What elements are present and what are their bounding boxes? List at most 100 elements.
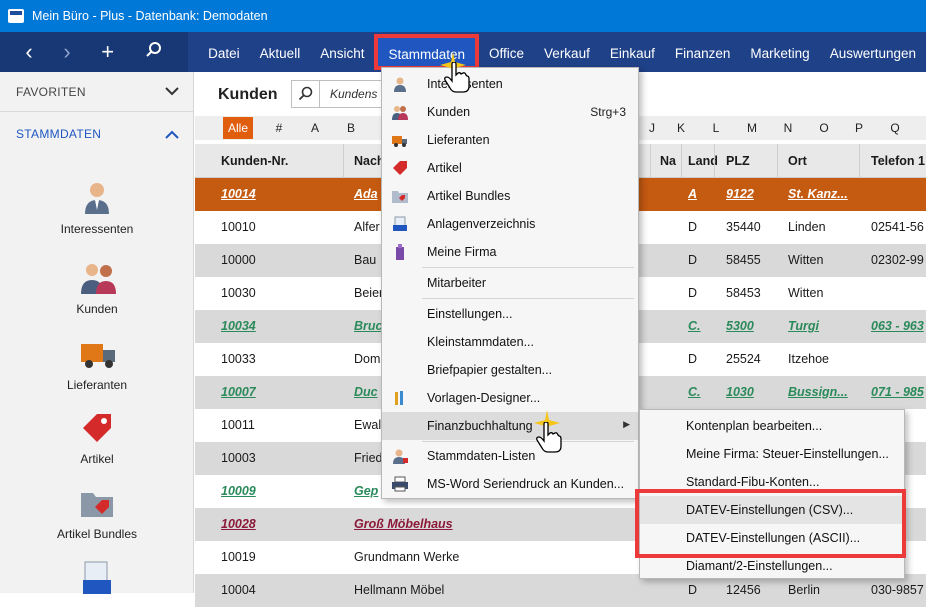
dd-item-stammdaten-listen[interactable]: Stammdaten-Listen	[382, 442, 638, 470]
col-nachname[interactable]: Nach	[354, 154, 385, 168]
chevron-down-icon	[165, 87, 179, 96]
search-text: Kundens	[330, 87, 378, 101]
table-cell: Witten	[788, 253, 824, 267]
table-cell: 10030	[221, 286, 256, 300]
stammdaten-dropdown: Interessenten Kunden Strg+3 Lieferanten …	[381, 67, 639, 499]
forward-icon[interactable]: ›	[63, 41, 70, 63]
filter-l[interactable]: L	[698, 121, 734, 135]
search-icon[interactable]	[292, 81, 320, 107]
table-cell: 071 - 985	[871, 385, 924, 399]
table-cell: Ewal	[354, 418, 382, 432]
filter-n[interactable]: N	[770, 121, 806, 135]
sub-item-kontenplan[interactable]: Kontenplan bearbeiten...	[640, 412, 904, 440]
dd-item-einstellungen[interactable]: Einstellungen...	[382, 300, 638, 328]
filter-b[interactable]: B	[333, 121, 369, 135]
truck-icon	[79, 336, 115, 372]
people-icon	[392, 106, 408, 120]
page-title: Kunden	[218, 86, 278, 103]
filter-q[interactable]: Q	[877, 121, 913, 135]
person-icon	[394, 77, 406, 92]
sidebar-item-anlagen[interactable]	[0, 560, 194, 602]
add-icon[interactable]: +	[101, 41, 114, 63]
menu-einkauf[interactable]: Einkauf	[600, 32, 665, 72]
table-cell: 10033	[221, 352, 256, 366]
menu-ansicht[interactable]: Ansicht	[310, 32, 374, 72]
table-cell: Linden	[788, 220, 826, 234]
person-icon	[79, 180, 115, 216]
sidebar-item-artikel-bundles[interactable]: Artikel Bundles	[0, 485, 194, 541]
filter-hash[interactable]: #	[261, 121, 297, 135]
table-cell: Ada	[354, 187, 378, 201]
sidebar-item-interessenten[interactable]: Interessenten	[0, 180, 194, 236]
sidebar-item-label: Artikel	[80, 452, 114, 466]
dd-item-ms-word-seriendruck[interactable]: MS-Word Seriendruck an Kunden...	[382, 470, 638, 498]
favoriten-label: FAVORITEN	[16, 84, 86, 99]
col-na[interactable]: Na	[660, 154, 676, 168]
sidebar-item-lieferanten[interactable]: Lieferanten	[0, 336, 194, 392]
filter-k[interactable]: K	[663, 121, 699, 135]
dd-item-meine-firma[interactable]: Meine Firma	[382, 238, 638, 266]
window-title: Mein Büro - Plus - Datenbank: Demodaten	[32, 9, 268, 23]
search-icon[interactable]	[145, 41, 163, 63]
table-cell: 030-9857	[871, 583, 924, 597]
back-icon[interactable]: ‹	[25, 41, 32, 63]
sidebar-item-kunden[interactable]: Kunden	[0, 260, 194, 316]
table-cell: 10000	[221, 253, 256, 267]
table-cell: Beier	[354, 286, 384, 300]
col-telefon[interactable]: Telefon 1	[871, 154, 925, 168]
dd-item-briefpapier[interactable]: Briefpapier gestalten...	[382, 356, 638, 384]
table-cell: 10010	[221, 220, 256, 234]
sub-item-steuer-einstellungen[interactable]: Meine Firma: Steuer-Einstellungen...	[640, 440, 904, 468]
menu-office[interactable]: Office	[479, 32, 534, 72]
table-cell: 10011	[221, 418, 255, 432]
table-cell: 10019	[221, 550, 256, 564]
dd-item-mitarbeiter[interactable]: Mitarbeiter	[382, 269, 638, 297]
filter-o[interactable]: O	[806, 121, 842, 135]
table-cell: Dom	[354, 352, 381, 366]
col-plz[interactable]: PLZ	[726, 154, 750, 168]
table-cell: 1030	[726, 385, 754, 399]
table-cell: 10034	[221, 319, 256, 333]
person-list-icon	[393, 449, 408, 464]
filter-a[interactable]: A	[297, 121, 333, 135]
table-cell: Berlin	[788, 583, 820, 597]
hand-cursor-icon	[536, 422, 562, 453]
filter-m[interactable]: M	[734, 121, 770, 135]
dd-item-vorlagen-designer[interactable]: Vorlagen-Designer...	[382, 384, 638, 412]
hand-cursor-icon	[444, 62, 470, 93]
col-ort[interactable]: Ort	[788, 154, 807, 168]
submenu-arrow-icon: ▶	[623, 419, 630, 429]
menu-finanzen[interactable]: Finanzen	[665, 32, 741, 72]
filter-all[interactable]: Alle	[223, 117, 253, 139]
highlight-box	[635, 489, 906, 558]
dd-item-kleinstammdaten[interactable]: Kleinstammdaten...	[382, 328, 638, 356]
dd-item-artikel-bundles[interactable]: Artikel Bundles	[382, 182, 638, 210]
menu-marketing[interactable]: Marketing	[740, 32, 819, 72]
table-cell: Duc	[354, 385, 378, 399]
menu-auswertungen[interactable]: Auswertungen	[820, 32, 926, 72]
col-kunden-nr[interactable]: Kunden-Nr.	[221, 154, 288, 168]
dd-item-lieferanten[interactable]: Lieferanten	[382, 126, 638, 154]
sidebar-item-artikel[interactable]: Artikel	[0, 410, 194, 466]
table-cell: Hellmann Möbel	[354, 583, 445, 597]
stammdaten-label: STAMMDATEN	[16, 127, 102, 141]
sidebar-section-favoriten[interactable]: FAVORITEN	[0, 72, 193, 112]
table-cell: 58455	[726, 253, 761, 267]
table-cell: 10028	[221, 517, 256, 531]
inbox-icon	[79, 560, 115, 596]
dd-item-artikel[interactable]: Artikel	[382, 154, 638, 182]
menu-verkauf[interactable]: Verkauf	[534, 32, 600, 72]
inbox-icon	[393, 216, 407, 231]
sidebar-section-stammdaten[interactable]: STAMMDATEN	[0, 114, 193, 154]
table-cell: 10007	[221, 385, 256, 399]
table-cell: D	[688, 220, 698, 234]
filter-p[interactable]: P	[841, 121, 877, 135]
people-icon	[79, 260, 116, 296]
menu-datei[interactable]: Datei	[198, 32, 250, 72]
dd-item-interessenten[interactable]: Interessenten	[382, 70, 638, 98]
table-cell: 5300	[726, 319, 754, 333]
dd-item-finanzbuchhaltung[interactable]: Finanzbuchhaltung ▶	[382, 412, 638, 440]
dd-item-anlagenverzeichnis[interactable]: Anlagenverzeichnis	[382, 210, 638, 238]
dd-item-kunden[interactable]: Kunden Strg+3	[382, 98, 638, 126]
menu-aktuell[interactable]: Aktuell	[250, 32, 311, 72]
